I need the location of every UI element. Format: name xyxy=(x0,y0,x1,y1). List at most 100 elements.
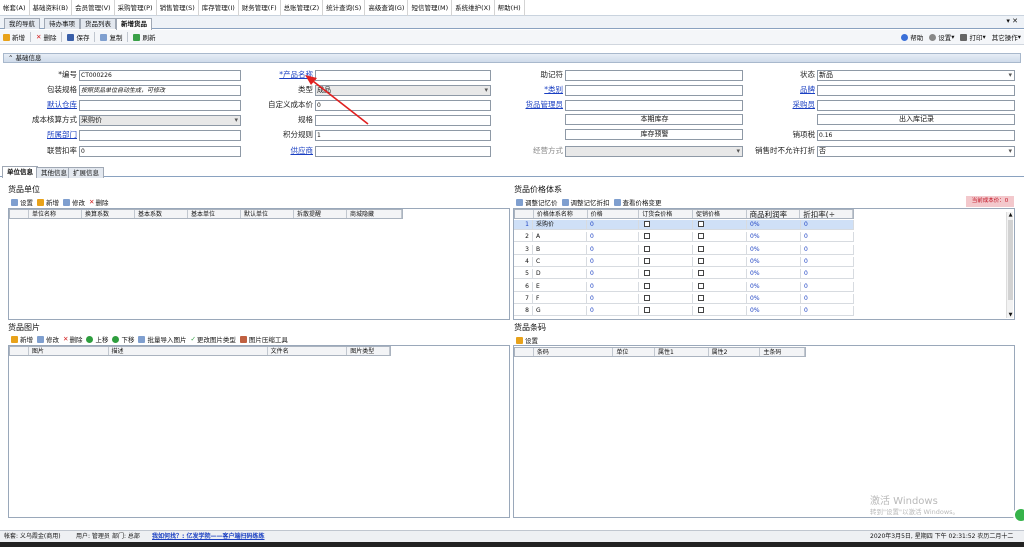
discount-rate[interactable]: 0 xyxy=(801,232,854,243)
checkbox[interactable] xyxy=(644,294,650,301)
price-value[interactable]: 0 xyxy=(587,306,639,317)
checkbox[interactable] xyxy=(698,233,704,240)
checkbox[interactable] xyxy=(644,257,650,264)
subtab-unit-info[interactable]: 单位信息 xyxy=(2,166,38,178)
profit-rate[interactable]: 0% xyxy=(747,220,801,230)
price-row[interactable]: 5 D 0 0% 0 xyxy=(514,269,854,280)
profit-rate[interactable]: 0% xyxy=(747,281,801,292)
barcode-col-attr1[interactable]: 属性1 xyxy=(655,348,709,356)
pack-field[interactable]: 按照货品单位自动生成，可修改 xyxy=(79,85,241,96)
joint-rate-field[interactable]: 0 xyxy=(79,146,241,157)
checkbox[interactable] xyxy=(698,257,704,264)
menu-item-0[interactable]: 帐套(A) xyxy=(0,0,30,16)
scroll-thumb[interactable] xyxy=(1008,220,1013,300)
this-period-stock-button[interactable]: 本期库存 xyxy=(565,114,743,125)
goods-admin-label[interactable]: 货品管理员 xyxy=(503,100,564,110)
copy-button[interactable]: 复制 xyxy=(97,32,125,42)
price-row[interactable]: 8 G 0 0% 0 xyxy=(514,306,854,317)
checkbox[interactable] xyxy=(644,270,650,277)
buyer-label[interactable]: 采购员 xyxy=(760,100,816,110)
price-system-name[interactable]: 采购价 xyxy=(533,220,587,230)
price-value[interactable]: 0 xyxy=(587,244,639,255)
new-button[interactable]: 新增 xyxy=(0,32,28,42)
mnemonic-field[interactable] xyxy=(565,70,743,81)
tab-goods-list[interactable]: 货品列表 xyxy=(80,18,116,29)
profit-rate[interactable]: 0% xyxy=(747,244,801,255)
checkbox[interactable] xyxy=(698,294,704,301)
price-col-price[interactable]: 价格 xyxy=(588,210,640,218)
price-col-discount[interactable]: 折扣率(÷ xyxy=(800,210,853,218)
image-new-button[interactable]: 新增 xyxy=(10,334,36,344)
discount-rate[interactable]: 0 xyxy=(801,293,854,304)
barcode-col-code[interactable]: 条码 xyxy=(534,348,614,356)
price-row[interactable]: 1 采购价 0 0% 0 xyxy=(514,220,854,230)
row-number[interactable]: 1 xyxy=(514,220,533,230)
price-system-name[interactable]: B xyxy=(533,244,587,255)
unit-col-hide[interactable]: 商城隐藏 xyxy=(347,210,402,218)
goods-admin-field[interactable] xyxy=(565,100,743,111)
image-col-desc[interactable]: 描述 xyxy=(109,347,268,355)
checkbox[interactable] xyxy=(644,233,650,240)
price-value[interactable]: 0 xyxy=(587,281,639,292)
menu-item-4[interactable]: 销售管理(S) xyxy=(157,0,199,16)
profit-rate[interactable]: 0% xyxy=(747,306,801,317)
price-value[interactable]: 0 xyxy=(587,232,639,243)
checkbox[interactable] xyxy=(644,282,650,289)
price-row[interactable]: 6 E 0 0% 0 xyxy=(514,281,854,292)
settings-button[interactable]: 设置 ▾ xyxy=(926,32,957,42)
profit-rate[interactable]: 0% xyxy=(747,256,801,267)
checkbox[interactable] xyxy=(698,270,704,277)
assistant-float-icon[interactable] xyxy=(1013,507,1024,523)
row-number[interactable]: 7 xyxy=(514,293,533,304)
price-col-name[interactable]: 价格体系名称 xyxy=(534,210,588,218)
price-row[interactable]: 7 F 0 0% 0 xyxy=(514,293,854,304)
price-value[interactable]: 0 xyxy=(587,256,639,267)
inout-record-button[interactable]: 出入库记录 xyxy=(817,114,1015,125)
buyer-field[interactable] xyxy=(817,100,1015,111)
price-row[interactable]: 2 A 0 0% 0 xyxy=(514,232,854,243)
tab-controls[interactable]: ▾ ✕ xyxy=(1006,17,1018,25)
print-button[interactable]: 打印 ▾ xyxy=(957,32,988,42)
price-system-name[interactable]: C xyxy=(533,256,587,267)
tab-my-nav[interactable]: 我的导航 xyxy=(4,18,40,29)
unit-col-name[interactable]: 单位名称 xyxy=(29,210,82,218)
discount-rate[interactable]: 0 xyxy=(801,256,854,267)
price-value[interactable]: 0 xyxy=(587,293,639,304)
checkbox[interactable] xyxy=(698,221,704,227)
refresh-button[interactable]: 刷新 xyxy=(130,32,158,42)
image-col-file[interactable]: 文件名 xyxy=(268,347,348,355)
change-image-type-button[interactable]: ✓ 更改图片类型 xyxy=(189,334,238,344)
menu-item-1[interactable]: 基础资料(B) xyxy=(30,0,73,16)
adjust-memory-price-button[interactable]: 调整记忆价 xyxy=(515,197,561,207)
price-system-name[interactable]: A xyxy=(533,232,587,243)
supplier-label[interactable]: 供应商 xyxy=(256,146,314,156)
price-row[interactable]: 3 B 0 0% 0 xyxy=(514,244,854,255)
row-number[interactable]: 3 xyxy=(514,244,533,255)
tab-todo[interactable]: 待办事项 xyxy=(44,18,80,29)
price-col-order[interactable]: 订货会价格 xyxy=(639,210,693,218)
row-number[interactable]: 6 xyxy=(514,281,533,292)
price-col-promo[interactable]: 促销价格 xyxy=(693,210,747,218)
checkbox[interactable] xyxy=(644,245,650,252)
menu-item-10[interactable]: 短信管理(M) xyxy=(408,0,453,16)
checkbox[interactable] xyxy=(644,307,650,314)
basic-info-header[interactable]: ⌃ 基础信息 xyxy=(3,53,1021,63)
checkbox[interactable] xyxy=(698,307,704,314)
checkbox[interactable] xyxy=(698,245,704,252)
adjust-memory-discount-button[interactable]: 调整记忆折扣 xyxy=(561,197,613,207)
menu-item-5[interactable]: 库存管理(I) xyxy=(199,0,239,16)
unit-col-ratio[interactable]: 换算系数 xyxy=(82,210,135,218)
other-ops-button[interactable]: 其它操作 ▾ xyxy=(989,32,1024,42)
image-edit-button[interactable]: 修改 xyxy=(36,334,62,344)
status-promo-link[interactable]: 我如何找？: 亿发学院——客户端扫码练练 xyxy=(152,531,265,542)
checkbox[interactable] xyxy=(698,282,704,289)
unit-col-default[interactable]: 默认单位 xyxy=(241,210,294,218)
barcode-settings-button[interactable]: 设置 xyxy=(515,335,541,345)
warehouse-label[interactable]: 默认仓库 xyxy=(20,100,77,110)
warehouse-field[interactable] xyxy=(79,100,241,111)
barcode-col-attr2[interactable]: 属性2 xyxy=(709,348,761,356)
image-move-down-button[interactable]: 下移 xyxy=(111,334,137,344)
profit-rate[interactable]: 0% xyxy=(747,232,801,243)
profit-rate[interactable]: 0% xyxy=(747,293,801,304)
price-system-name[interactable]: D xyxy=(533,269,587,280)
